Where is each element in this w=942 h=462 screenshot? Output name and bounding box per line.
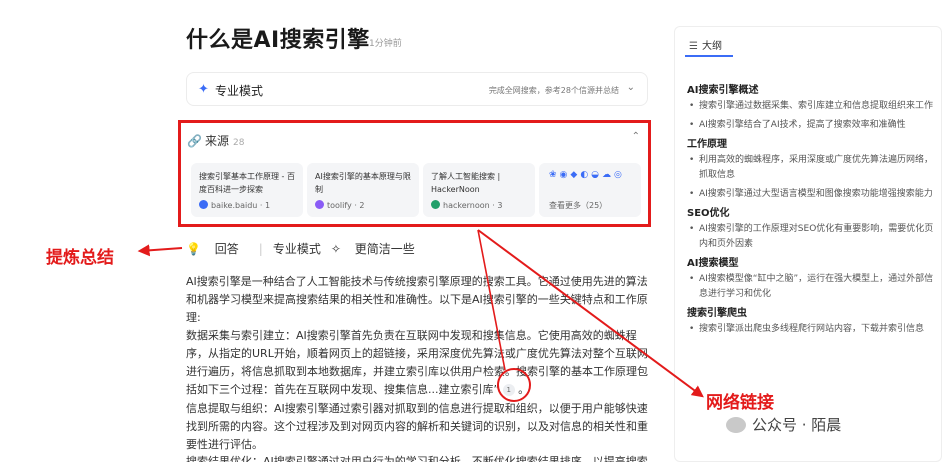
answer-paragraph: 数据采集与索引建立：AI搜索引擎首先负责在互联网中发现和搜集信息。它使用高效的蜘… — [186, 329, 648, 396]
sources-count: 28 — [232, 138, 245, 148]
answer-tabbar: 💡 回答 | 专业模式 ✧ 更简洁一些 — [186, 240, 435, 258]
tab-simpler[interactable]: ✧ 更简洁一些 — [331, 242, 425, 256]
answer-paragraph: AI搜索引擎是一种结合了人工智能技术与传统搜索引擎原理的搜索工具。它通过使用先进… — [186, 275, 648, 324]
outline-item[interactable]: 利用高效的蜘蛛程序，采用深度或广度优先算法遍历网络，抓取信息 — [687, 153, 937, 183]
annotation-arrow-left — [137, 244, 183, 257]
outline-item[interactable]: AI搜索引擎结合了AI技术，提高了搜索效率和准确性 — [687, 118, 937, 133]
link-icon: 🔗 — [187, 134, 202, 148]
source-site: baike.baidu · 1 — [199, 200, 270, 210]
watermark: 公众号 · 陌晨 — [726, 414, 841, 435]
chevron-up-icon[interactable]: ⌃ — [632, 131, 640, 142]
citation-badge[interactable]: 1 — [502, 384, 515, 396]
answer-paragraph: 信息提取与组织：AI搜索引擎通过索引器对抓取到的信息进行提取和组织，以便于用户能… — [186, 402, 648, 451]
source-title: 了解人工智能搜索 | HackerNoon — [431, 172, 501, 194]
source-title: 搜索引擎基本工作原理 - 百度百科进一步探索 — [199, 172, 295, 194]
source-card-1[interactable]: 搜索引擎基本工作原理 - 百度百科进一步探索 baike.baidu · 1 — [191, 163, 303, 217]
search-status: 完成全网搜索，参考28个信源并总结 — [488, 86, 619, 95]
see-more-link[interactable]: 查看更多（25） — [549, 200, 607, 211]
mode-label: 专业模式 — [215, 84, 264, 98]
outline-item[interactable]: AI搜索模型像“缸中之脑”，运行在强大模型上，通过外部信息进行学习和优化 — [687, 272, 937, 302]
source-site: toolify · 2 — [315, 200, 365, 210]
outline-section[interactable]: AI搜索引擎概述 — [687, 83, 937, 99]
bulb-icon: 💡 — [186, 242, 201, 256]
answer-paragraph: 搜索结果优化：AI搜索引擎通过对用户行为的学习和分析，不断优化搜索结果排序，以提… — [186, 455, 648, 462]
sources-header[interactable]: 🔗 来源 28 — [187, 132, 244, 149]
source-card-3[interactable]: 了解人工智能搜索 | HackerNoon hackernoon · 3 — [423, 163, 535, 217]
sources-panel: 🔗 来源 28 ⌃ 搜索引擎基本工作原理 - 百度百科进一步探索 baike.bai… — [178, 120, 651, 227]
page-title: 什么是AI搜索引擎 — [186, 28, 370, 53]
site-icon — [199, 200, 208, 209]
annotation-label-summary: 提炼总结 — [46, 248, 114, 268]
outline-item[interactable]: AI搜索引擎通过大型语言模型和图像搜索功能增强搜索能力 — [687, 187, 937, 202]
outline-section[interactable]: AI搜索模型 — [687, 256, 937, 272]
outline-section[interactable]: SEO优化 — [687, 206, 937, 222]
sources-label: 来源 — [204, 134, 229, 148]
chevron-down-icon[interactable]: ⌄ — [627, 82, 635, 93]
outline-item[interactable]: 搜索引擎通过数据采集、索引库建立和信息提取组织来工作 — [687, 99, 937, 114]
source-title: AI搜索引擎的基本原理与限制 — [315, 172, 411, 194]
sparkle-icon: ✦ — [198, 82, 209, 97]
site-icon — [315, 200, 324, 209]
tab-pro-mode[interactable]: 专业模式 — [273, 242, 321, 256]
outline-item[interactable]: AI搜索引擎的工作原理对SEO优化有重要影响，需要优化页内和页外因素 — [687, 222, 937, 252]
outline-list: AI搜索引擎概述 搜索引擎通过数据采集、索引库建立和信息提取组织来工作 AI搜索… — [687, 79, 937, 341]
sparkle-icon: ✧ — [330, 242, 341, 256]
outline-section[interactable]: 工作原理 — [687, 137, 937, 153]
tab-outline[interactable]: ☰ 大纲 — [689, 37, 722, 52]
see-more-card[interactable]: ❀◉◆◐◒☁◎ 查看更多（25） — [539, 163, 641, 217]
annotation-label-links: 网络链接 — [706, 393, 774, 413]
site-icon — [431, 200, 440, 209]
timestamp: 1分钟前 — [369, 39, 402, 49]
tab-underline — [685, 55, 733, 57]
list-icon: ☰ — [689, 41, 698, 52]
wechat-icon — [726, 417, 746, 433]
source-site: hackernoon · 3 — [431, 200, 502, 210]
source-icons: ❀◉◆◐◒☁◎ — [549, 170, 625, 180]
outline-section[interactable]: 搜索引擎爬虫 — [687, 306, 937, 322]
tab-answer[interactable]: 💡 回答 — [186, 242, 249, 256]
source-card-2[interactable]: AI搜索引擎的基本原理与限制 toolify · 2 — [307, 163, 419, 217]
mode-selector[interactable]: ✦ 专业模式 完成全网搜索，参考28个信源并总结 ⌄ — [186, 72, 648, 106]
outline-item[interactable]: 搜索引擎派出爬虫多线程爬行网站内容，下载并索引信息 — [687, 322, 937, 337]
